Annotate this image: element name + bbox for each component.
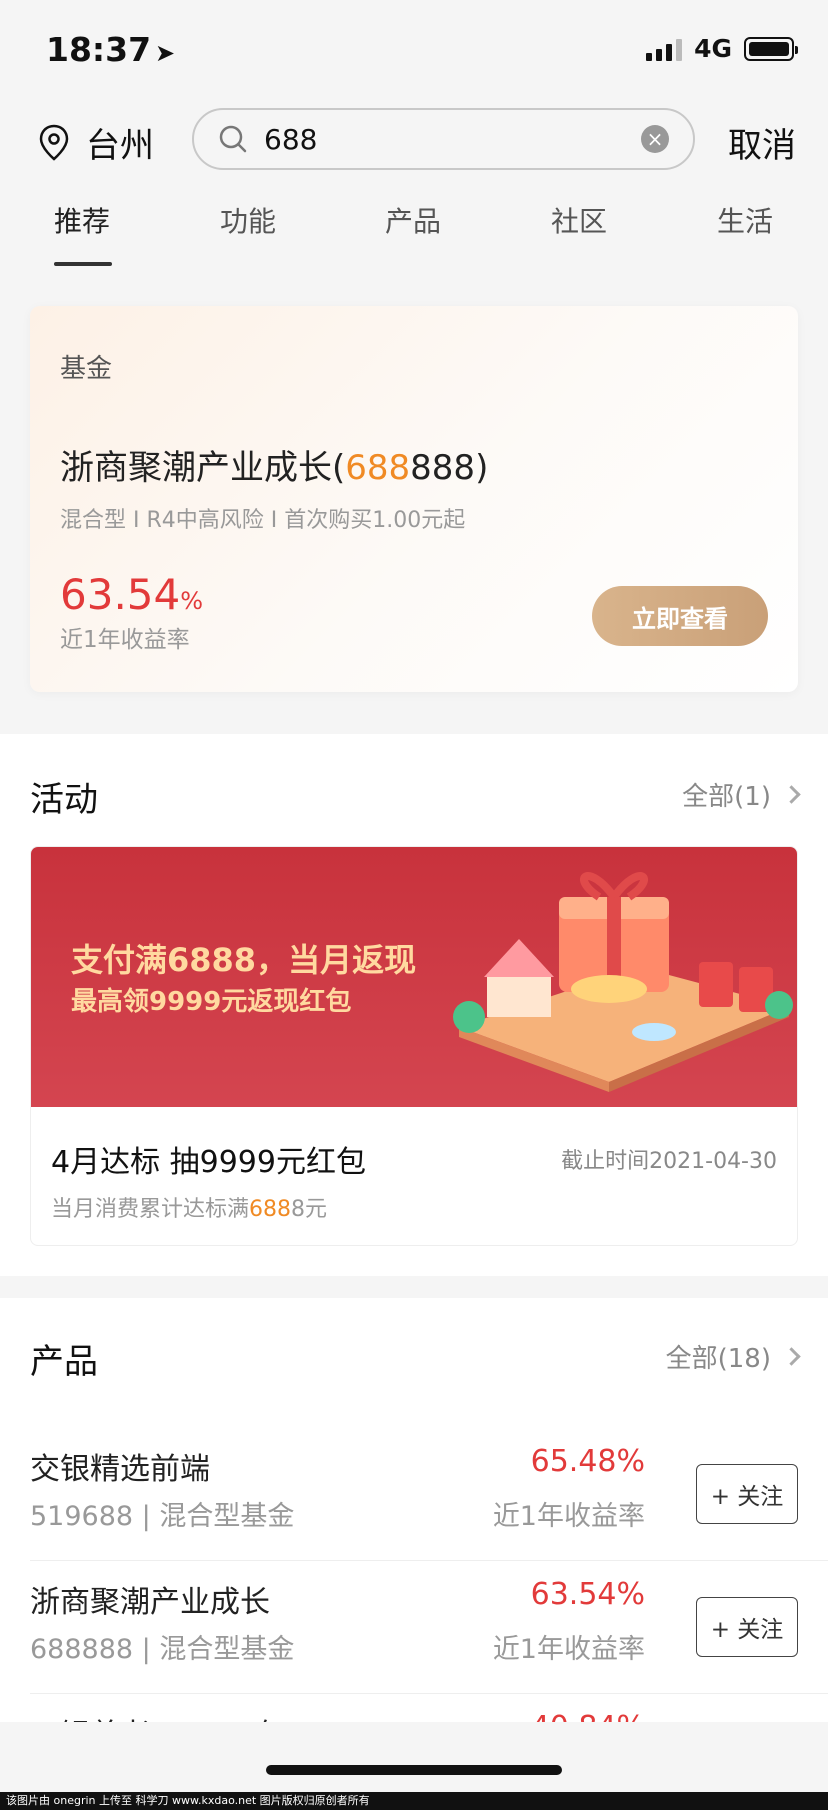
category-tabs: 推荐 功能 产品 社区 生活 — [0, 200, 828, 270]
products-section: 产品 全部(18) 交银精选前端 519688 | 混合型基金 65.48% 近… — [0, 1298, 828, 1722]
product-return-label: 近1年收益率 — [492, 1634, 645, 1665]
fund-meta: 混合型 I R4中高风险 I 首次购买1.00元起 — [60, 508, 466, 533]
product-code: 519688 | 混合型基金 — [30, 1501, 295, 1532]
product-row[interactable]: 工银养老2050五年 40.84% — [30, 1694, 828, 1722]
cancel-button[interactable]: 取消 — [728, 118, 796, 167]
fund-name-highlight: 688 — [345, 448, 411, 488]
product-name: 浙商聚潮产业成长 — [30, 1585, 270, 1620]
tab-community[interactable]: 社区 — [551, 200, 607, 240]
products-title: 产品 — [30, 1342, 98, 1382]
chevron-right-icon — [782, 1347, 801, 1366]
search-icon — [219, 125, 247, 153]
product-return-label: 近1年收益率 — [492, 1501, 645, 1532]
view-now-button[interactable]: 立即查看 — [592, 586, 768, 646]
fund-name: 浙商聚潮产业成长(688888) — [60, 448, 489, 488]
product-return-rate: 63.54% — [530, 1577, 645, 1612]
fund-return-rate: 63.54% — [60, 570, 204, 619]
product-row[interactable]: 浙商聚潮产业成长 688888 | 混合型基金 63.54% 近1年收益率 + … — [30, 1561, 828, 1694]
tab-life[interactable]: 生活 — [717, 200, 773, 240]
product-return-rate: 65.48% — [530, 1444, 645, 1479]
activity-subtitle: 当月消费累计达标满6888元 — [51, 1197, 328, 1222]
banner-subline: 最高领9999元返现红包 — [71, 987, 352, 1017]
search-box[interactable]: 688 × — [192, 108, 695, 170]
activity-deadline: 截止时间2021-04-30 — [561, 1149, 777, 1174]
tab-features[interactable]: 功能 — [220, 200, 276, 240]
activity-title: 活动 — [30, 780, 98, 820]
follow-button[interactable]: + 关注 — [696, 1464, 798, 1524]
products-more-link[interactable]: 全部(18) — [666, 1338, 801, 1375]
product-return-rate: 40.84% — [531, 1710, 645, 1722]
tab-recommend[interactable]: 推荐 — [54, 200, 110, 240]
product-name: 交银精选前端 — [30, 1452, 210, 1487]
activity-banner[interactable]: 支付满6888，当月返现 最高领9999元返现红包 — [31, 847, 797, 1107]
home-indicator[interactable] — [266, 1765, 562, 1775]
follow-button[interactable]: + 关注 — [696, 1597, 798, 1657]
active-tab-indicator — [54, 262, 112, 266]
city-selector[interactable]: 台州 — [38, 118, 154, 167]
product-code: 688888 | 混合型基金 — [30, 1634, 295, 1665]
network-type: 4G — [694, 34, 732, 63]
location-pin-icon — [39, 124, 69, 161]
banner-headline: 支付满6888，当月返现 — [71, 941, 417, 979]
product-name: 工银养老2050五年 — [30, 1710, 286, 1722]
fund-result-card[interactable]: 基金 浙商聚潮产业成长(688888) 混合型 I R4中高风险 I 首次购买1… — [30, 306, 798, 692]
tab-products[interactable]: 产品 — [385, 200, 441, 240]
activity-card[interactable]: 支付满6888，当月返现 最高领9999元返现红包 4月达标 抽9999元红包 … — [30, 846, 798, 1246]
activity-more-link[interactable]: 全部(1) — [682, 776, 801, 813]
signal-icon — [646, 37, 683, 61]
fund-return-label: 近1年收益率 — [60, 627, 190, 653]
status-indicators: 4G — [646, 34, 798, 63]
gift-carousel-illustration — [453, 872, 793, 1092]
product-row[interactable]: 交银精选前端 519688 | 混合型基金 65.48% 近1年收益率 + 关注 — [30, 1428, 828, 1561]
activity-card-title: 4月达标 抽9999元红包 — [51, 1145, 366, 1180]
activity-section: 活动 全部(1) 支付满6888，当月返现 最高领9999元返现红包 4月达标 … — [0, 734, 828, 1276]
status-time: 18:37 ➤ — [46, 30, 176, 69]
location-arrow-icon: ➤ — [155, 39, 176, 67]
chevron-right-icon — [782, 785, 801, 804]
fund-type-label: 基金 — [60, 354, 113, 384]
search-input[interactable]: 688 — [264, 123, 641, 156]
city-name: 台州 — [86, 126, 154, 166]
clear-search-icon[interactable]: × — [641, 125, 669, 153]
battery-icon — [744, 36, 798, 61]
watermark-caption: 该图片由 onegrin 上传至 科学刀 www.kxdao.net 图片版权归… — [0, 1792, 828, 1810]
